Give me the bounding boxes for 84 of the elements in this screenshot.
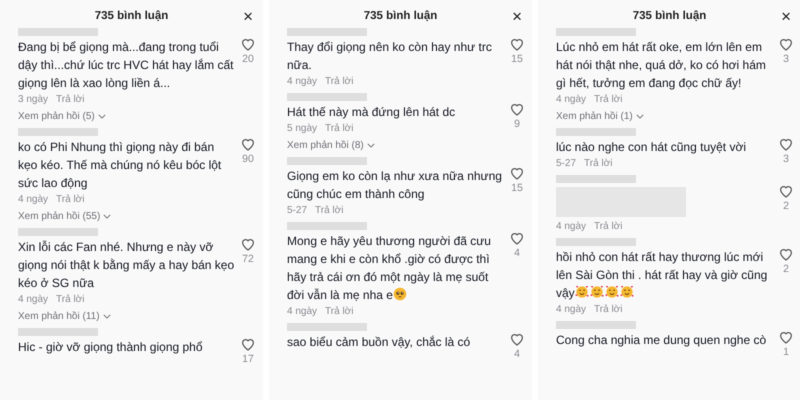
reply-link[interactable]: Trả lời (594, 219, 622, 234)
reply-link[interactable]: Trả lời (594, 92, 622, 107)
like-count: 20 (242, 52, 254, 66)
comment-date: 4 ngày (18, 293, 48, 307)
comment-date: 4 ngày (556, 93, 586, 107)
like-count: 2 (783, 199, 789, 213)
smiling-face-hearts-icon (604, 285, 619, 299)
comment-text: hồi nhỏ con hát rất hay thương lúc mới lên Sài Gòn thi . hát rất hay và giờ cũng vậy (556, 249, 768, 302)
heart-icon[interactable] (509, 331, 525, 347)
comment-date: 5 ngày (287, 122, 318, 136)
comment-text: Đang bị bể giọng mà...đang trong tuổi dậy thì...chứ lúc trc HVC hát hay lắm cất giọng lên là xao lòng liền á... (18, 39, 234, 92)
smiling-face-hearts-icon (590, 285, 604, 299)
comment-text: Lúc nhỏ em hát rất oke, em lớn lên em hát nói thật nhe, quá dở, ko có hơi hám gì hết, tưởng em đang đọc chữ ấy! (556, 39, 767, 92)
heart-icon[interactable] (778, 136, 794, 152)
heart-icon[interactable] (240, 136, 256, 152)
close-button[interactable]: × (512, 8, 522, 25)
heart-icon[interactable] (509, 230, 525, 246)
chevron-down-icon (98, 114, 106, 119)
heart-icon[interactable] (778, 246, 794, 262)
comment-text: ko có Phi Nhung thì giọng này đi bán kẹo kéo. Thế mà chúng nó kêu bóc lột sức lao động (18, 139, 222, 192)
reply-link[interactable]: Trả lời (56, 292, 84, 307)
smiling-face-hearts-icon (620, 285, 634, 299)
comment-text: Giọng em ko còn lạ như xưa nữa nhưng cũng chúc em thành công (287, 168, 503, 203)
chevron-down-icon (366, 143, 375, 148)
heart-icon[interactable] (240, 236, 256, 252)
like-count: 2 (783, 262, 789, 276)
reply-link[interactable]: Trả lời (315, 203, 344, 218)
comment-date: 4 ngày (287, 305, 318, 319)
heart-icon[interactable] (509, 101, 525, 117)
comment-text: Mong e hãy yêu thương người đã cưu mang e khi e còn khổ .giờ có được thì hãy trả cái ơn đó một ngày là mẹ suốt đời vẫn là mẹ nha e (287, 233, 492, 304)
chevron-down-icon (103, 214, 112, 219)
comment-text: Xin lỗi các Fan nhé. Nhưng e này vỡ giọng nói thật k bằng mấy a hay bán kẹo kéo ở SG nữa (18, 239, 236, 292)
comment-text: lúc nào nghe con hát cũng tuyệt vời (556, 139, 747, 156)
view-replies-button[interactable]: Xem phản hồi (5) (18, 109, 106, 124)
comment-date: 4 ngày (18, 193, 48, 207)
like-count: 3 (783, 52, 789, 66)
reply-link[interactable]: Trả lời (325, 121, 354, 136)
like-count: 72 (242, 252, 254, 266)
reply-link[interactable]: Trả lời (584, 156, 612, 171)
reply-link[interactable]: Trả lời (325, 74, 354, 89)
heart-icon[interactable] (240, 36, 256, 52)
heart-icon[interactable] (778, 36, 794, 52)
comment-date: 4 ngày (556, 220, 586, 234)
comment-date: 3 ngày (18, 93, 48, 107)
like-count: 90 (242, 152, 254, 166)
comment-text: sao biểu cảm buồn vậy, chắc là có (287, 334, 472, 351)
comment-text: Hic - giờ vỡ giọng thành giọng phổ (18, 339, 204, 356)
chevron-down-icon (636, 114, 644, 119)
comment-date: 5-27 (556, 157, 576, 171)
like-count: 15 (511, 181, 523, 195)
close-button[interactable]: × (243, 8, 253, 25)
close-button[interactable]: × (781, 8, 791, 25)
comment-date: 5-27 (287, 204, 308, 218)
panel-title: 735 bình luận (94, 9, 168, 24)
comment-date: 4 ngày (556, 303, 586, 317)
heart-icon[interactable] (509, 36, 525, 52)
comment-text: Thay đổi giọng nên ko còn hay như trc nữa. (287, 39, 493, 74)
heart-icon[interactable] (778, 329, 794, 345)
reply-link[interactable]: Trả lời (56, 192, 84, 207)
comment-text: Cong cha nghia me dung quen nghe cò (556, 332, 768, 349)
like-count: 15 (511, 52, 523, 66)
heart-icon[interactable] (240, 336, 256, 352)
like-count: 3 (783, 152, 789, 166)
panel-title: 735 bình luận (632, 9, 706, 24)
like-count: 9 (514, 117, 520, 131)
like-count: 4 (514, 246, 520, 260)
heart-icon[interactable] (778, 183, 794, 199)
reply-link[interactable]: Trả lời (594, 302, 622, 317)
comment-text: Hát thế này mà đứng lên hát dc (287, 104, 456, 121)
reply-link[interactable]: Trả lời (56, 92, 84, 107)
heart-icon[interactable] (509, 165, 525, 181)
like-count: 4 (514, 347, 520, 361)
chevron-down-icon (102, 314, 111, 319)
pleading-face-icon (392, 287, 407, 301)
view-replies-button[interactable]: Xem phản hồi (55) (18, 209, 112, 224)
view-replies-button[interactable]: Xem phản hồi (8) (287, 138, 375, 153)
panel-title: 735 bình luận (364, 9, 438, 24)
like-count: 1 (783, 345, 789, 359)
reply-link[interactable]: Trả lời (325, 304, 354, 319)
comment-date: 4 ngày (287, 75, 318, 89)
view-replies-button[interactable]: Xem phản hồi (11) (18, 309, 111, 324)
view-replies-button[interactable]: Xem phản hồi (1) (556, 109, 644, 124)
smiling-face-hearts-icon (574, 285, 589, 299)
like-count: 17 (242, 352, 254, 366)
